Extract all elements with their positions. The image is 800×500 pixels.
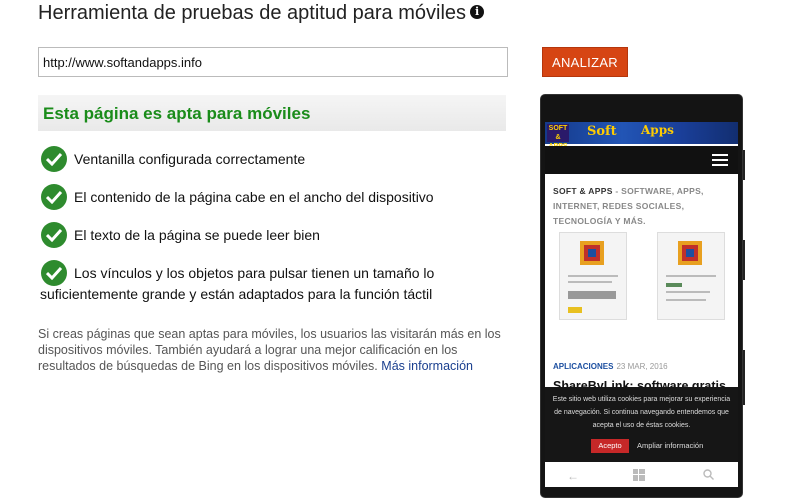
post-thumbnail[interactable] <box>559 232 627 320</box>
info-icon[interactable]: i <box>470 4 485 19</box>
url-input[interactable] <box>38 47 508 77</box>
post-meta: APLICACIONES 23 MAR, 2016 <box>553 362 668 371</box>
site-logo: SOFT & APPS <box>547 124 569 150</box>
site-banner-word: Soft <box>587 124 617 139</box>
cube-logo-icon <box>580 241 604 265</box>
phone-power-button <box>742 240 745 280</box>
check-icon <box>41 260 67 286</box>
cube-logo-icon <box>678 241 702 265</box>
back-arrow-icon[interactable]: ← <box>567 469 579 483</box>
site-nav-bar <box>545 146 738 174</box>
check-item-content-width: El contenido de la página cabe en el anc… <box>74 189 434 205</box>
post-category[interactable]: APLICACIONES <box>553 362 613 371</box>
result-banner-text: Esta página es apta para móviles <box>43 104 311 123</box>
page-title-text: Herramienta de pruebas de aptitud para m… <box>38 2 467 24</box>
accept-cookies-button[interactable]: Acepto <box>591 439 629 453</box>
phone-camera-button <box>742 350 745 405</box>
analyze-button[interactable]: ANALIZAR <box>542 47 628 77</box>
phone-volume-button <box>742 150 745 180</box>
site-description: SOFT & APPS - SOFTWARE, APPS, INTERNET, … <box>553 184 733 229</box>
cookie-text: Este sitio web utiliza cookies para mejo… <box>552 396 731 429</box>
search-icon[interactable] <box>703 469 714 483</box>
site-banner: SOFT & APPS Soft Apps <box>545 122 738 150</box>
phone-nav-bar: ← <box>541 461 742 491</box>
result-banner: Esta página es apta para móviles <box>38 95 506 131</box>
hamburger-menu-icon[interactable] <box>712 154 728 167</box>
site-banner-word: Apps <box>641 123 674 137</box>
description: Si creas páginas que sean aptas para móv… <box>38 326 508 374</box>
more-info-link[interactable]: Más información <box>381 359 473 373</box>
page-title: Herramienta de pruebas de aptitud para m… <box>38 2 485 25</box>
post-thumbnail[interactable] <box>657 232 725 320</box>
check-item-viewport: Ventanilla configurada correctamente <box>74 151 306 167</box>
check-item-tap-targets-cont: suficientemente grande y están adaptados… <box>40 286 433 302</box>
check-item-tap-targets: Los vínculos y los objetos para pulsar t… <box>74 265 435 281</box>
check-icon <box>41 184 67 210</box>
check-item-text-readable: El texto de la página se puede leer bien <box>74 227 320 243</box>
cookie-bar: Este sitio web utiliza cookies para mejo… <box>545 387 738 462</box>
check-icon <box>41 222 67 248</box>
windows-logo-icon[interactable] <box>633 469 645 484</box>
post-date: 23 MAR, 2016 <box>616 362 668 371</box>
check-icon <box>41 146 67 172</box>
phone-preview: SOFT & APPS Soft Apps SOFT & APPS - SOFT… <box>541 95 742 497</box>
site-description-brand: SOFT & APPS <box>553 186 613 196</box>
more-info-cookies-link[interactable]: Ampliar información <box>637 439 703 453</box>
